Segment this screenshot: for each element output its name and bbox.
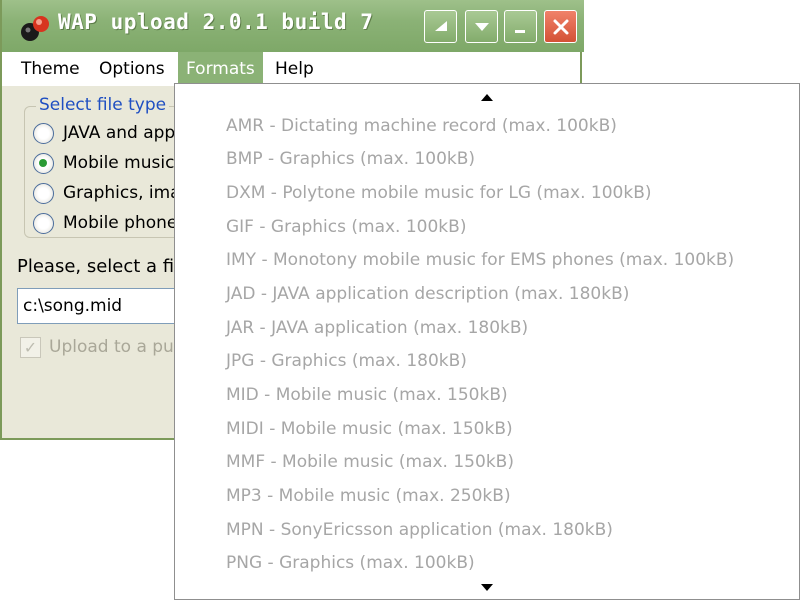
move-down-button[interactable] [465, 10, 498, 43]
radio-java-label[interactable]: JAVA and app [63, 123, 175, 143]
minimize-icon [512, 18, 530, 36]
radio-graphics-label[interactable]: Graphics, ima [63, 183, 181, 203]
format-item-png[interactable]: PNG - Graphics (max. 100kB) [226, 548, 475, 578]
app-icon [18, 12, 52, 44]
radio-mobile-music[interactable] [33, 153, 54, 174]
format-item-mp3[interactable]: MP3 - Mobile music (max. 250kB) [226, 481, 511, 511]
format-item-jad[interactable]: JAD - JAVA application description (max.… [226, 279, 629, 309]
format-item-midi[interactable]: MIDI - Mobile music (max. 150kB) [226, 414, 513, 444]
format-item-amr[interactable]: AMR - Dictating machine record (max. 100… [226, 111, 617, 141]
format-item-bmp[interactable]: BMP - Graphics (max. 100kB) [226, 144, 475, 174]
menu-bar: Theme Options Formats Help [2, 52, 580, 86]
menu-help[interactable]: Help [267, 52, 322, 86]
format-item-gif[interactable]: GIF - Graphics (max. 100kB) [226, 212, 466, 242]
window-title: WAP upload 2.0.1 build 7 [58, 10, 373, 34]
formats-dropdown-menu: AMR - Dictating machine record (max. 100… [174, 83, 800, 600]
close-icon [552, 18, 570, 36]
format-item-dxm[interactable]: DXM - Polytone mobile music for LG (max.… [226, 178, 652, 208]
arrow-up-icon [432, 18, 450, 36]
format-item-jpg[interactable]: JPG - Graphics (max. 180kB) [226, 346, 467, 376]
format-item-jar[interactable]: JAR - JAVA application (max. 180kB) [226, 313, 528, 343]
scroll-down-arrow-icon[interactable] [481, 584, 493, 591]
file-type-legend: Select file type [36, 95, 169, 115]
menu-options[interactable]: Options [91, 52, 173, 86]
format-item-mmf[interactable]: MMF - Mobile music (max. 150kB) [226, 447, 514, 477]
file-select-prompt: Please, select a file [17, 256, 190, 277]
menu-theme[interactable]: Theme [13, 52, 88, 86]
move-up-button[interactable] [424, 10, 457, 43]
title-bar[interactable]: WAP upload 2.0.1 build 7 [2, 0, 584, 52]
menu-formats[interactable]: Formats [178, 52, 263, 86]
radio-mobile-phone[interactable] [33, 213, 54, 234]
radio-mobile-music-label[interactable]: Mobile music [63, 153, 174, 173]
upload-checkbox: ✓ [20, 337, 41, 358]
format-item-mpn[interactable]: MPN - SonyEricsson application (max. 180… [226, 515, 613, 545]
scroll-up-arrow-icon[interactable] [481, 94, 493, 101]
radio-mobile-phone-label[interactable]: Mobile phone [63, 213, 177, 233]
arrow-down-icon [473, 18, 491, 36]
minimize-button[interactable] [504, 10, 537, 43]
format-item-mid[interactable]: MID - Mobile music (max. 150kB) [226, 380, 508, 410]
radio-java[interactable] [33, 123, 54, 144]
radio-graphics[interactable] [33, 183, 54, 204]
format-item-imy[interactable]: IMY - Monotony mobile music for EMS phon… [226, 245, 734, 275]
upload-checkbox-label: Upload to a pu [49, 337, 174, 357]
close-button[interactable] [544, 10, 577, 43]
